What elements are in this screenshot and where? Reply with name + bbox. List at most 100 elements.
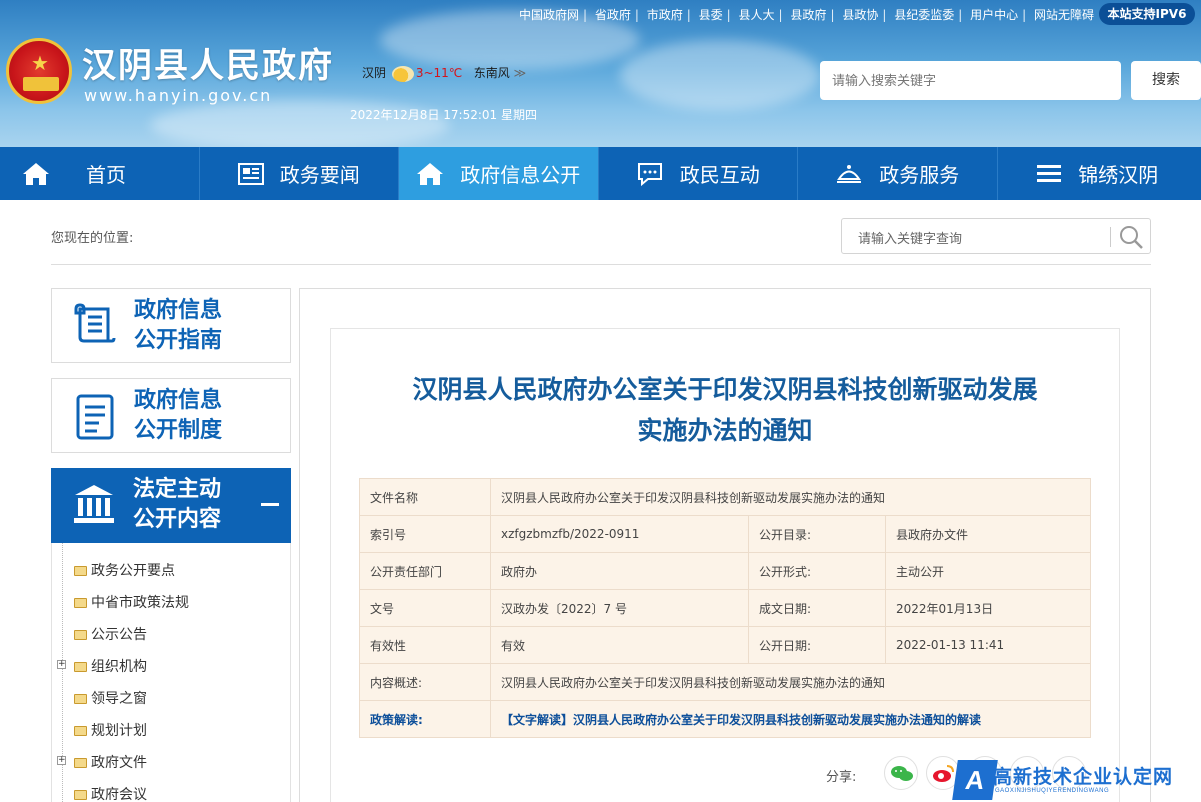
sidebar-system-label: 政府信息 公开制度 <box>134 388 223 443</box>
top-link-city[interactable]: 市政府 <box>647 6 683 23</box>
tree-item-gov-docs[interactable]: + 政府文件 <box>57 752 147 772</box>
top-link-province[interactable]: 省政府 <box>595 6 631 23</box>
top-link-county-committee[interactable]: 县委 <box>699 6 723 23</box>
weather-wind: 东南风 <box>473 66 510 80</box>
nav-jinxiu[interactable]: 锦绣汉阴 <box>998 147 1198 200</box>
table-row: 政策解读: 【文字解读】汉阴县人民政府办公室关于印发汉阴县科技创新驱动发展实施办… <box>359 700 1091 738</box>
table-cell-value: xzfgzbmzfb/2022-0911 <box>490 515 749 553</box>
nav-gov-info[interactable]: 政府信息公开 <box>399 147 599 200</box>
folder-icon <box>74 566 87 576</box>
table-cell-label: 文号 <box>359 589 491 627</box>
top-link-county-gov[interactable]: 县政府 <box>790 6 826 23</box>
table-cell-label: 成文日期: <box>748 589 886 627</box>
tree-item-meetings[interactable]: 政府会议 <box>74 784 147 802</box>
sidebar-active-label: 法定主动 公开内容 <box>133 477 222 532</box>
folder-icon <box>74 694 87 704</box>
table-row: 文号 汉政办发〔2022〕7 号 成文日期: 2022年01月13日 <box>359 589 1091 627</box>
top-link-discipline[interactable]: 县纪委监委 <box>894 6 954 23</box>
table-cell-label: 公开责任部门 <box>359 552 491 590</box>
weather-city: 汉阴 <box>362 66 387 80</box>
top-link-cppcc[interactable]: 县政协 <box>842 6 878 23</box>
tree-item-policies[interactable]: 中省市政策法规 <box>74 592 189 612</box>
document-list-icon <box>72 393 118 445</box>
watermark-logo: A 高新技术企业认定网 GAOXINJISHUQIYERENDINGWANG <box>952 760 1201 802</box>
top-link-accessibility[interactable]: 网站无障碍 <box>1034 6 1094 23</box>
sidebar-system[interactable]: 政府信息 公开制度 <box>51 378 291 453</box>
table-row: 有效性 有效 公开日期: 2022-01-13 11:41 <box>359 626 1091 664</box>
nav-services[interactable]: 政务服务 <box>798 147 998 200</box>
table-cell-label: 有效性 <box>359 626 491 664</box>
policy-interpretation-link[interactable]: 【文字解读】汉阴县人民政府办公室关于印发汉阴县科技创新驱动发展实施办法通知的解读 <box>490 700 1091 738</box>
site-search-button[interactable]: 搜索 <box>1131 61 1201 100</box>
top-link-user-center[interactable]: 用户中心 <box>970 6 1018 23</box>
top-links: 中国政府网 | 省政府 | 市政府 | 县委 | 县人大 | 县政府 | 县政协 | 县纪委监… <box>518 6 1094 23</box>
header-cloud-decoration <box>620 40 820 110</box>
current-datetime: 2022年12月8日 17:52:01 星期四 <box>350 108 537 122</box>
main-nav: 首页 政务要闻 政府信息公开 政民互动 政务服务 锦绣汉阴 <box>0 147 1201 200</box>
nav-label: 首页 <box>86 163 126 187</box>
table-cell-value: 主动公开 <box>885 552 1091 590</box>
table-row: 文件名称 汉阴县人民政府办公室关于印发汉阴县科技创新驱动发展实施办法的通知 <box>359 478 1091 516</box>
table-cell-label: 内容概述: <box>359 663 491 701</box>
table-cell-label: 公开形式: <box>748 552 886 590</box>
share-label: 分享: <box>826 770 857 785</box>
menu-icon <box>1037 164 1062 182</box>
table-cell-label: 公开目录: <box>748 515 886 553</box>
document-info-table: 文件名称 汉阴县人民政府办公室关于印发汉阴县科技创新驱动发展实施办法的通知 索引… <box>359 478 1091 738</box>
sidebar-active-content[interactable]: 法定主动 公开内容 <box>51 468 291 543</box>
scroll-icon <box>72 303 118 353</box>
table-cell-label: 政策解读: <box>359 700 491 738</box>
folder-icon <box>74 758 87 768</box>
tree-item-leaders[interactable]: 领导之窗 <box>74 688 147 708</box>
top-link-gov[interactable]: 中国政府网 <box>519 6 579 23</box>
double-chevron-icon[interactable]: ≫ <box>514 66 527 80</box>
table-row: 公开责任部门 政府办 公开形式: 主动公开 <box>359 552 1091 590</box>
folder-icon <box>74 790 87 800</box>
article-title: 汉阴县人民政府办公室关于印发汉阴县科技创新驱动发展 实施办法的通知 <box>412 375 1038 445</box>
tree-item-notices[interactable]: 公示公告 <box>74 624 147 644</box>
national-emblem-icon: ★ <box>6 38 72 104</box>
site-search-input[interactable] <box>820 61 1121 100</box>
tree-item-plans[interactable]: 规划计划 <box>74 720 147 740</box>
divider <box>51 264 1151 265</box>
nav-home[interactable]: 首页 <box>0 147 200 200</box>
expand-icon[interactable]: + <box>57 660 66 669</box>
search-icon[interactable] <box>1118 224 1144 254</box>
nav-label: 锦绣汉阴 <box>1078 163 1159 187</box>
weather-temp: 3~11℃ <box>415 66 463 80</box>
ipv6-badge: 本站支持IPV6 <box>1099 3 1195 25</box>
wechat-share-icon[interactable] <box>884 756 918 790</box>
sun-cloud-icon <box>391 65 414 82</box>
home-icon <box>417 162 444 185</box>
folder-icon <box>74 726 87 736</box>
table-cell-value: 有效 <box>490 626 749 664</box>
table-cell-label: 文件名称 <box>359 478 491 516</box>
watermark-subtext: GAOXINJISHUQIYERENDINGWANG <box>995 788 1110 794</box>
site-title[interactable]: 汉阴县人民政府 <box>82 38 334 87</box>
table-cell-value: 汉阴县人民政府办公室关于印发汉阴县科技创新驱动发展实施办法的通知 <box>490 663 1091 701</box>
sidebar-tree: 政务公开要点 中省市政策法规 公示公告 + 组织机构 领导之窗 规划计划 + 政府文… <box>51 543 291 802</box>
folder-icon <box>74 630 87 640</box>
nav-interaction[interactable]: 政民互动 <box>599 147 798 200</box>
content-search-input[interactable]: 请输入关键字查询 <box>858 228 962 247</box>
home-icon <box>23 162 49 185</box>
top-link-county-congress[interactable]: 县人大 <box>739 6 775 23</box>
chat-icon <box>637 162 662 186</box>
expand-icon[interactable]: + <box>57 756 66 765</box>
tree-item-key-points[interactable]: 政务公开要点 <box>74 560 175 580</box>
nav-label: 政务服务 <box>879 163 960 187</box>
sidebar-guide-label: 政府信息 公开指南 <box>134 298 223 353</box>
watermark-text: 高新技术企业认定网 <box>993 766 1174 788</box>
table-cell-value: 县政府办文件 <box>885 515 1091 553</box>
content-search[interactable]: 请输入关键字查询 <box>841 218 1151 254</box>
weather-widget: 汉阴 3~11℃ 东南风 ≫ <box>362 64 526 82</box>
nav-label: 政务要闻 <box>279 163 360 187</box>
table-cell-label: 索引号 <box>359 515 491 553</box>
table-cell-value: 政府办 <box>490 552 749 590</box>
table-cell-label: 公开日期: <box>748 626 886 664</box>
collapse-icon[interactable] <box>261 503 279 506</box>
sidebar-guide[interactable]: 政府信息 公开指南 <box>51 288 291 363</box>
tree-item-organization[interactable]: + 组织机构 <box>57 656 147 676</box>
folder-icon <box>74 662 87 672</box>
nav-news[interactable]: 政务要闻 <box>200 147 399 200</box>
